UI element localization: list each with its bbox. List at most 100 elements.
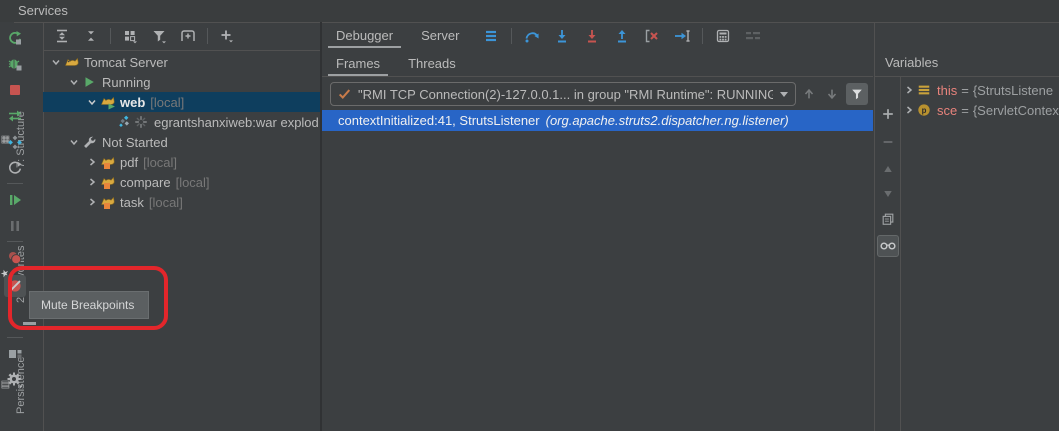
resume-icon	[7, 192, 23, 208]
field-icon	[917, 83, 935, 97]
tooltip-mute-breakpoints: Mute Breakpoints	[29, 291, 149, 319]
tomcat-stopped-icon	[100, 174, 118, 190]
tree-row-running[interactable]: Running	[43, 72, 320, 92]
step-over-button[interactable]	[522, 26, 542, 46]
debugger-tab-bar: Debugger Server	[322, 22, 873, 49]
stack-frame-row[interactable]: contextInitialized:41, StrutsListener (o…	[322, 110, 873, 131]
group-by-button[interactable]	[120, 26, 140, 46]
parameter-icon: p	[917, 103, 935, 117]
tree-label: task	[120, 195, 144, 210]
view-breakpoints-button[interactable]	[5, 248, 25, 268]
variable-name: sce	[937, 103, 957, 118]
variables-title: Variables	[885, 55, 938, 70]
add-watch-button[interactable]	[878, 104, 898, 124]
tab-server[interactable]: Server	[407, 23, 473, 48]
variables-header: Variables	[875, 48, 1059, 77]
layout-icon	[7, 346, 23, 362]
show-execution-point-button[interactable]	[481, 26, 501, 46]
tree-row-web[interactable]: web [local]	[43, 92, 320, 112]
show-watches-button[interactable]	[877, 235, 899, 257]
pause-button[interactable]	[5, 216, 25, 236]
move-watch-down-button[interactable]	[878, 184, 898, 204]
equals-sign: =	[961, 103, 969, 118]
glasses-icon	[880, 240, 896, 252]
stop-button[interactable]	[5, 80, 25, 100]
tree-suffix: [local]	[150, 95, 184, 110]
tree-suffix: [local]	[176, 175, 210, 190]
tab-debugger[interactable]: Debugger	[322, 23, 407, 48]
update-application-button[interactable]	[5, 106, 25, 126]
resume-program-button[interactable]	[5, 190, 25, 210]
remove-watch-button[interactable]	[878, 132, 898, 152]
evaluate-expression-button[interactable]	[713, 26, 733, 46]
new-service-tab-button[interactable]	[178, 26, 198, 46]
services-tool-window: Services ▦ 7: Structure ★ 2: Favorites ▥…	[0, 0, 1059, 431]
filter-icon	[850, 87, 864, 101]
tool-window-header: Services	[0, 0, 1059, 23]
group-by-icon	[122, 28, 138, 44]
chevron-right-icon[interactable]	[84, 176, 100, 188]
mute-breakpoints-icon	[7, 278, 23, 294]
frame-text: contextInitialized:41, StrutsListener	[338, 113, 540, 128]
tree-row-not-started[interactable]: Not Started	[43, 132, 320, 152]
chevron-down-icon[interactable]	[84, 96, 100, 108]
gear-icon	[6, 371, 24, 389]
filter-icon	[151, 28, 167, 44]
step-into-button[interactable]	[552, 26, 572, 46]
stop-icon	[7, 82, 23, 98]
run-to-cursor-button[interactable]	[672, 26, 692, 46]
thread-selector-dropdown[interactable]: "RMI TCP Connection(2)-127.0.0.1... in g…	[330, 82, 796, 106]
move-watch-up-button[interactable]	[878, 159, 898, 179]
chevron-down-icon[interactable]	[66, 76, 82, 88]
update-resources-button[interactable]	[5, 132, 25, 152]
hide-frames-filter-button[interactable]	[846, 83, 868, 105]
show-execution-point-icon	[483, 28, 499, 44]
rerun-server-button[interactable]	[5, 28, 25, 48]
tree-label: Not Started	[102, 135, 168, 150]
move-up-frame-button[interactable]	[800, 84, 818, 104]
mute-breakpoints-button[interactable]	[4, 275, 26, 297]
force-step-into-button[interactable]	[582, 26, 602, 46]
chevron-right-icon[interactable]	[901, 84, 917, 96]
variable-name: this	[937, 83, 957, 98]
tree-row-artifact[interactable]: egrantshanxiweb:war explod	[43, 112, 320, 132]
toolbar-separator	[702, 28, 703, 44]
tomcat-stopped-icon	[100, 194, 118, 210]
chevron-right-icon[interactable]	[901, 104, 917, 116]
layout-settings-button[interactable]	[743, 26, 763, 46]
settings-button[interactable]	[5, 370, 25, 390]
rerun-icon	[7, 30, 23, 46]
tooltip-text: Mute Breakpoints	[41, 298, 134, 312]
partially-hidden-toolbar-icon[interactable]	[23, 318, 36, 326]
tree-row-pdf[interactable]: pdf [local]	[43, 152, 320, 172]
restore-layout-button[interactable]	[5, 344, 25, 364]
step-out-button[interactable]	[612, 26, 632, 46]
pause-icon	[7, 218, 23, 234]
variable-row-sce[interactable]: p sce = {ServletContex	[901, 100, 1059, 120]
filter-services-button[interactable]	[149, 26, 169, 46]
drop-frame-button[interactable]	[642, 26, 662, 46]
rerun-debug-button[interactable]	[5, 54, 25, 74]
tab-frames[interactable]: Frames	[322, 51, 394, 76]
update-application-icon	[7, 108, 23, 124]
tree-row-tomcat-server[interactable]: Tomcat Server	[43, 52, 320, 72]
add-service-button[interactable]	[217, 26, 237, 46]
move-down-frame-button[interactable]	[823, 84, 841, 104]
tree-label: compare	[120, 175, 171, 190]
tree-row-compare[interactable]: compare [local]	[43, 172, 320, 192]
variable-row-this[interactable]: this = {StrutsListene	[901, 80, 1059, 100]
tab-threads[interactable]: Threads	[394, 51, 470, 76]
chevron-right-icon[interactable]	[84, 196, 100, 208]
step-over-icon	[524, 28, 540, 44]
chevron-down-icon[interactable]	[48, 56, 64, 68]
collapse-all-button[interactable]	[81, 26, 101, 46]
force-step-into-icon	[584, 28, 600, 44]
tree-row-task[interactable]: task [local]	[43, 192, 320, 212]
expand-all-button[interactable]	[52, 26, 72, 46]
tool-window-title: Services	[18, 3, 68, 18]
chevron-down-icon[interactable]	[66, 136, 82, 148]
refresh-button[interactable]	[5, 158, 25, 178]
duplicate-watch-button[interactable]	[878, 209, 898, 229]
tab-label: Threads	[408, 56, 456, 71]
chevron-right-icon[interactable]	[84, 156, 100, 168]
